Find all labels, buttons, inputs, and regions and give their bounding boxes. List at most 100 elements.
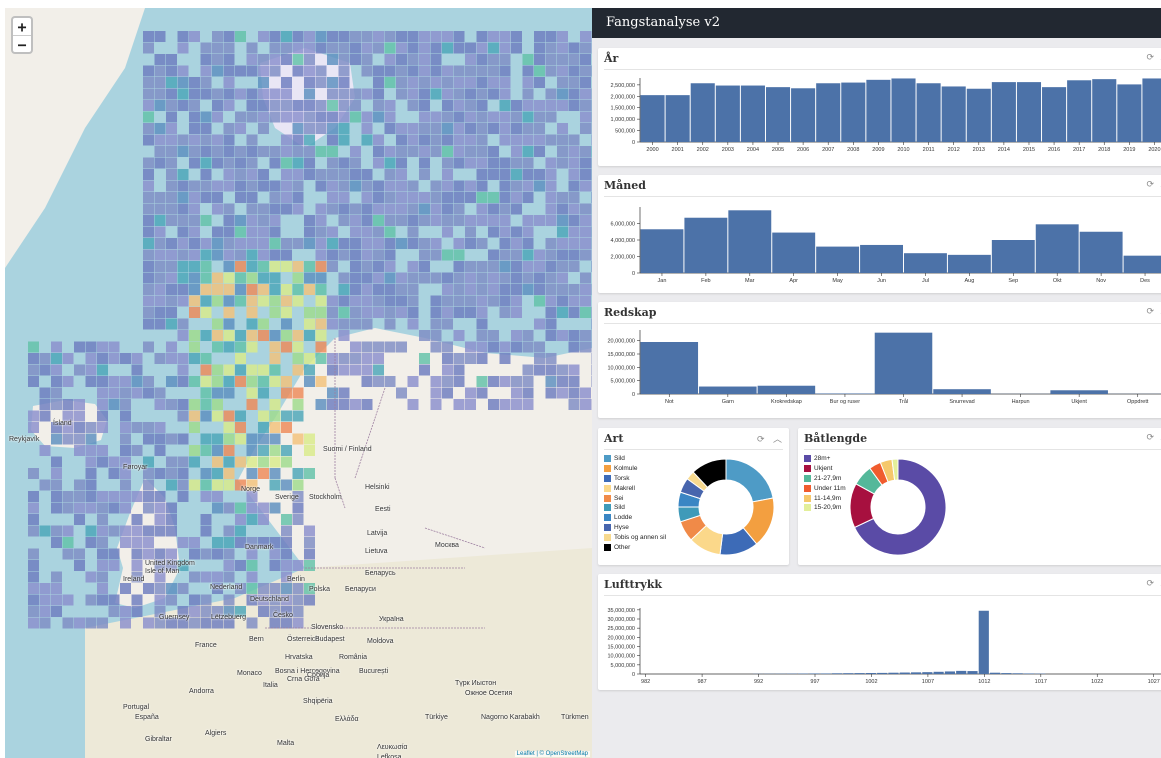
- grid-cell: [522, 238, 534, 249]
- card-controls[interactable]: ⟳ ⁄: [1146, 432, 1161, 443]
- grid-cell: [120, 445, 131, 456]
- legend-item[interactable]: Hyse: [604, 523, 666, 533]
- grid-cell: [465, 284, 476, 295]
- grid-cell: [304, 353, 315, 364]
- grid-cell: [269, 456, 281, 468]
- grid-cell: [384, 272, 396, 284]
- grid-cell: [557, 238, 568, 249]
- grid-cell: [166, 502, 177, 514]
- grid-cell: [580, 54, 591, 65]
- map-place-label: Slovensko: [311, 624, 344, 631]
- map-attribution[interactable]: Leaflet | © OpenStreetMap: [514, 751, 590, 757]
- legend-item[interactable]: Lodde: [604, 513, 666, 523]
- gear-bar-chart[interactable]: 05,000,00010,000,00015,000,00020,000,000…: [598, 324, 1161, 418]
- legend-item[interactable]: 28m+: [804, 454, 846, 464]
- grid-cell: [407, 215, 419, 226]
- species-donut-chart[interactable]: [670, 452, 782, 562]
- grid-cell: [545, 353, 557, 364]
- grid-cell: [166, 514, 177, 525]
- legend-item[interactable]: 15-20,9m: [804, 503, 846, 513]
- bar: [944, 671, 955, 674]
- air-pressure-bar-chart[interactable]: 05,000,00010,000,00015,000,00020,000,000…: [598, 596, 1161, 690]
- legend-item[interactable]: Sild: [604, 503, 666, 513]
- grid-cell: [315, 226, 327, 238]
- grid-cell: [315, 123, 327, 134]
- grid-cell: [453, 146, 465, 157]
- grid-cell: [534, 249, 545, 261]
- grid-cell: [488, 261, 499, 272]
- legend-item[interactable]: 21-27,9m: [804, 474, 846, 484]
- grid-cell: [28, 502, 39, 514]
- grid-cell: [189, 134, 200, 146]
- legend-item[interactable]: Ukjent: [804, 464, 846, 474]
- grid-cell: [545, 203, 557, 215]
- grid-cell: [430, 192, 442, 203]
- map-panel[interactable]: + − Ísland Reykjavík Føroyar Norge Sverige St…: [5, 8, 592, 758]
- grid-cell: [189, 249, 200, 261]
- month-bar-chart[interactable]: 02,000,0004,000,0006,000,000Jan Feb Mar Apr…: [598, 197, 1161, 293]
- grid-cell: [304, 111, 315, 123]
- grid-cell: [143, 295, 154, 307]
- legend-item[interactable]: Tobis og annen sil: [604, 532, 666, 542]
- grid-cell: [223, 594, 235, 606]
- grid-cell: [97, 353, 108, 364]
- boat-length-donut-chart[interactable]: [842, 452, 954, 562]
- grid-cell: [442, 180, 453, 192]
- grid-cell: [258, 364, 269, 376]
- legend-item[interactable]: Under 11m: [804, 483, 846, 493]
- legend-label: Ukjent: [814, 465, 833, 473]
- legend-item[interactable]: Other: [604, 542, 666, 552]
- grid-cell: [453, 180, 465, 192]
- grid-cell: [200, 491, 212, 502]
- card-controls[interactable]: ⟳ ︿: [757, 432, 785, 445]
- grid-cell: [269, 410, 281, 422]
- grid-cell: [223, 157, 235, 169]
- grid-cell: [476, 146, 488, 157]
- grid-cell: [166, 180, 177, 192]
- grid-cell: [223, 537, 235, 548]
- legend-item[interactable]: Kolmule: [604, 464, 666, 474]
- legend-item[interactable]: Sild: [604, 454, 666, 464]
- grid-cell: [476, 261, 488, 272]
- grid-cell: [557, 330, 568, 341]
- grid-cell: [545, 54, 557, 65]
- grid-cell: [430, 54, 442, 65]
- grid-cell: [557, 203, 568, 215]
- grid-cell: [177, 226, 189, 238]
- grid-cell: [304, 100, 315, 111]
- card-title: År: [604, 52, 619, 65]
- grid-cell: [384, 65, 396, 77]
- map-canvas[interactable]: [5, 8, 592, 758]
- card-controls[interactable]: ⟳ ⁄: [1146, 52, 1161, 63]
- grid-cell: [154, 215, 166, 226]
- grid-cell: [430, 376, 442, 387]
- grid-cell: [189, 100, 200, 111]
- year-bar-chart[interactable]: 0500,0001,000,0001,500,0002,000,0002,500…: [598, 70, 1161, 166]
- grid-cell: [258, 502, 269, 514]
- legend-item[interactable]: Makrell: [604, 483, 666, 493]
- grid-cell: [430, 215, 442, 226]
- grid-cell: [488, 31, 499, 42]
- card-controls[interactable]: ⟳ ⁄: [1146, 179, 1161, 190]
- legend-item[interactable]: 11-14,9m: [804, 493, 846, 503]
- grid-cell: [28, 560, 39, 571]
- grid-cell: [223, 295, 235, 307]
- grid-cell: [430, 65, 442, 77]
- legend-item[interactable]: Sei: [604, 493, 666, 503]
- zoom-in-button[interactable]: +: [13, 18, 31, 36]
- card-controls[interactable]: ⟳ ⁄: [1146, 306, 1161, 317]
- grid-cell: [338, 215, 350, 226]
- grid-cell: [143, 376, 154, 387]
- card-controls[interactable]: ⟳ ⁄: [1146, 578, 1161, 589]
- zoom-out-button[interactable]: −: [13, 35, 31, 54]
- grid-cell: [534, 123, 545, 134]
- grid-cell: [407, 192, 419, 203]
- x-tick-label: 2012: [948, 147, 960, 153]
- legend-item[interactable]: Torsk: [604, 474, 666, 484]
- grid-cell: [269, 261, 281, 272]
- grid-cell: [292, 583, 304, 594]
- grid-cell: [304, 169, 315, 180]
- grid-cell: [281, 100, 292, 111]
- grid-cell: [327, 180, 338, 192]
- y-tick-label: 10,000,000: [607, 654, 635, 660]
